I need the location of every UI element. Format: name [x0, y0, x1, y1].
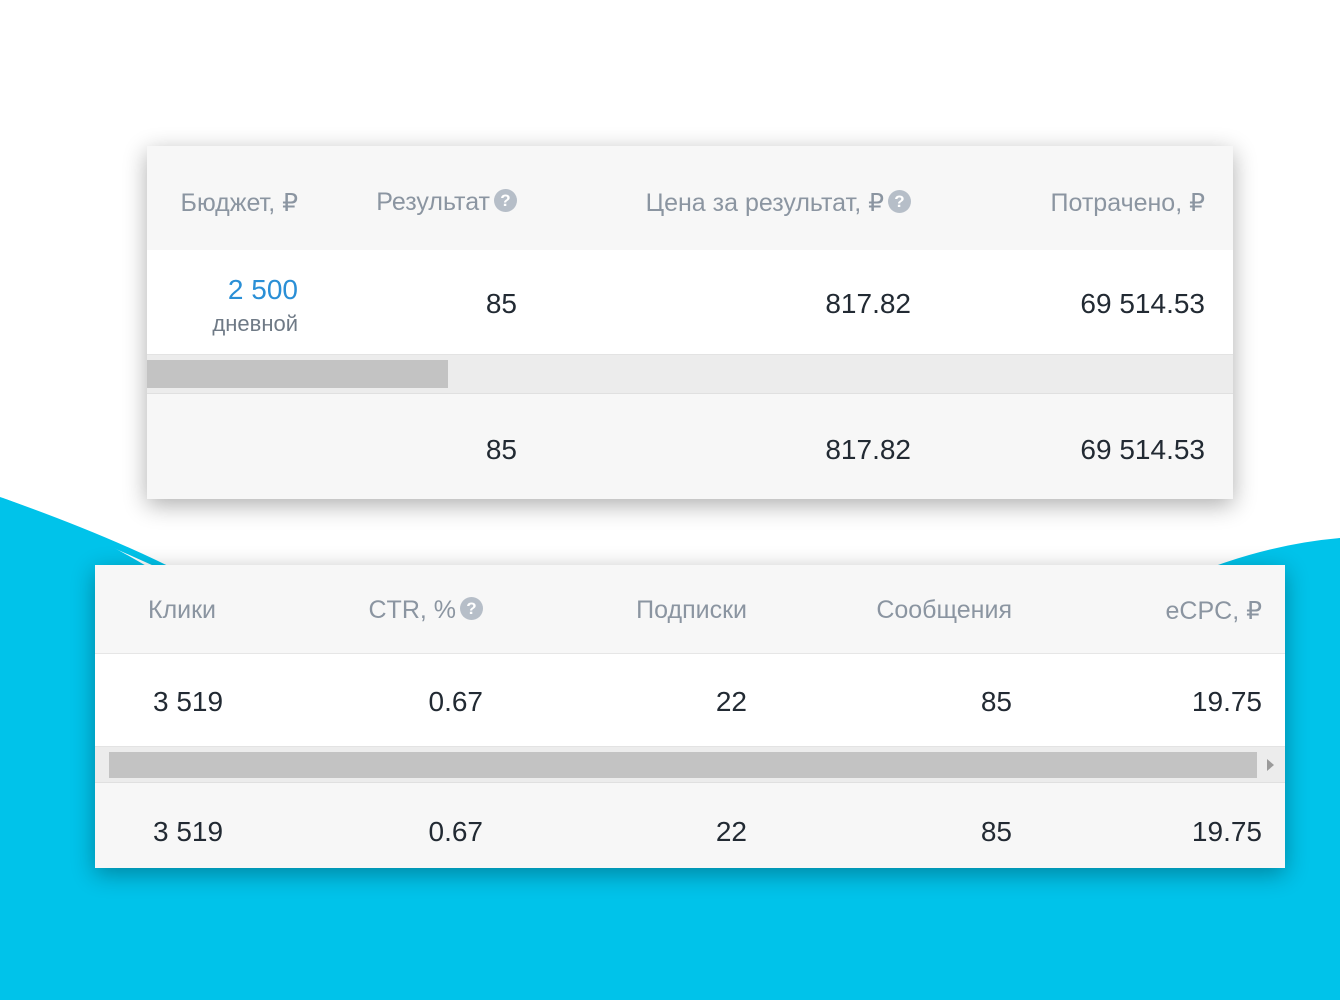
total-price-per-result-value: 817.82 — [825, 434, 911, 465]
column-header-price-per-result[interactable]: Цена за результат, ₽? — [646, 188, 911, 218]
help-icon[interactable]: ? — [494, 189, 517, 212]
column-header-price-label: Цена за результат, ₽ — [645, 189, 884, 217]
column-header-ctr[interactable]: CTR, %? — [368, 596, 483, 625]
column-header-clicks[interactable]: Клики — [148, 596, 216, 625]
column-header-spent[interactable]: Потрачено, ₽ — [1051, 188, 1205, 218]
total-subscriptions-value: 22 — [715, 816, 747, 847]
totals-row — [95, 783, 1285, 868]
stats-table-top: Бюджет, ₽ Результат? Цена за результат, … — [147, 146, 1233, 499]
total-result-value: 85 — [485, 434, 517, 465]
budget-type-label: дневной — [212, 311, 298, 336]
table-row — [147, 250, 1233, 355]
horizontal-scrollbar[interactable] — [95, 747, 1285, 783]
help-icon[interactable]: ? — [888, 190, 911, 213]
column-header-result-label: Результат — [376, 188, 490, 216]
ecpc-value: 19.75 — [1191, 686, 1262, 717]
total-ctr-value: 0.67 — [428, 816, 484, 847]
column-header-ctr-label: CTR, % — [368, 596, 457, 624]
table-header: Бюджет, ₽ Результат? Цена за результат, … — [147, 146, 1233, 251]
totals-row — [147, 394, 1233, 499]
subscriptions-value: 22 — [715, 686, 747, 717]
clicks-value: 3 519 — [153, 686, 224, 717]
total-clicks-value: 3 519 — [153, 816, 224, 847]
column-header-subscriptions[interactable]: Подписки — [636, 596, 747, 625]
table-header: Клики CTR, %? Подписки Сообщения eCPC, ₽ — [95, 565, 1285, 654]
result-value: 85 — [485, 288, 517, 319]
horizontal-scrollbar[interactable] — [147, 355, 1233, 394]
column-header-messages[interactable]: Сообщения — [876, 596, 1012, 625]
ctr-value: 0.67 — [428, 686, 484, 717]
messages-value: 85 — [980, 686, 1012, 717]
table-row — [95, 654, 1285, 747]
total-ecpc-value: 19.75 — [1191, 816, 1262, 847]
price-per-result-value: 817.82 — [825, 288, 911, 319]
scrollbar-thumb[interactable] — [109, 752, 1257, 778]
scrollbar-thumb[interactable] — [147, 360, 448, 388]
total-messages-value: 85 — [980, 816, 1012, 847]
help-icon[interactable]: ? — [460, 597, 483, 620]
column-header-ecpc[interactable]: eCPC, ₽ — [1166, 596, 1262, 626]
spent-value: 69 514.53 — [1080, 288, 1205, 319]
column-header-budget[interactable]: Бюджет, ₽ — [181, 188, 298, 218]
scroll-right-arrow-icon[interactable] — [1267, 759, 1274, 771]
stats-table-bottom: Клики CTR, %? Подписки Сообщения eCPC, ₽… — [95, 565, 1285, 868]
column-header-result[interactable]: Результат? — [376, 188, 517, 217]
total-spent-value: 69 514.53 — [1080, 434, 1205, 465]
budget-value-link[interactable]: 2 500 — [228, 274, 298, 306]
